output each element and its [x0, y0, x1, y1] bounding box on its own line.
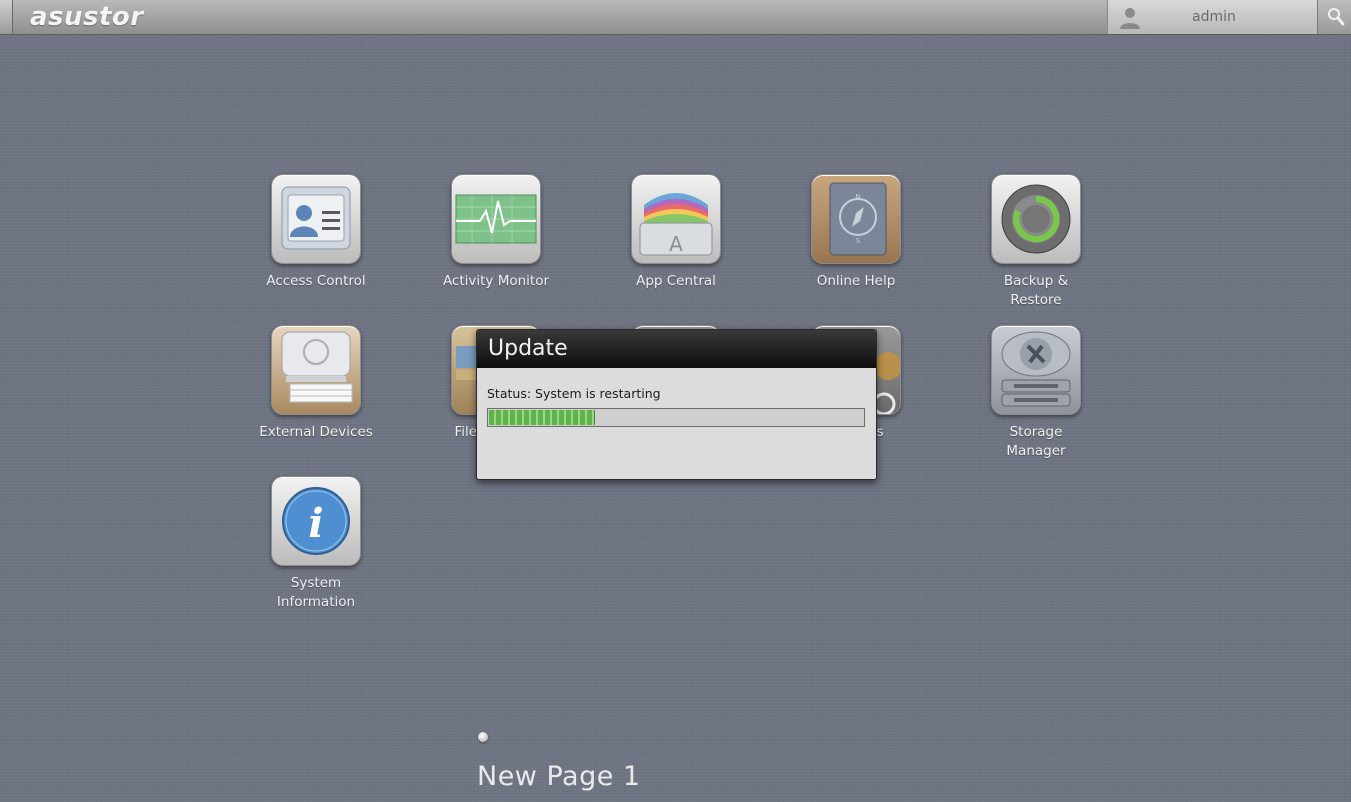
- app-system-information[interactable]: i System Information: [241, 476, 391, 612]
- page-title: New Page 1: [477, 761, 641, 792]
- app-online-help[interactable]: N S Online Help: [781, 174, 931, 291]
- app-label: System Information: [276, 575, 356, 610]
- external-devices-icon: [271, 325, 361, 415]
- app-central-icon: A: [631, 174, 721, 264]
- app-access-control[interactable]: Access Control: [241, 174, 391, 291]
- online-help-icon: N S: [811, 174, 901, 264]
- app-backup-restore[interactable]: Backup & Restore: [961, 174, 1111, 310]
- app-label: External Devices: [259, 424, 373, 440]
- dialog-title: Update: [488, 336, 568, 361]
- user-menu[interactable]: admin: [1107, 0, 1317, 34]
- status-text: Status: System is restarting: [487, 386, 661, 401]
- svg-text:N: N: [855, 193, 860, 201]
- app-external-devices[interactable]: External Devices: [241, 325, 391, 442]
- activity-monitor-icon: [451, 174, 541, 264]
- app-app-central[interactable]: A App Central: [601, 174, 751, 291]
- progress-bar: [487, 408, 865, 427]
- backup-restore-icon: [991, 174, 1081, 264]
- update-dialog: Update Status: System is restarting: [476, 329, 877, 480]
- app-activity-monitor[interactable]: Activity Monitor: [421, 174, 571, 291]
- page-indicator-dot[interactable]: [478, 732, 488, 742]
- app-storage-manager[interactable]: Storage Manager: [961, 325, 1111, 461]
- app-label: App Central: [636, 273, 716, 289]
- search-button[interactable]: [1317, 0, 1351, 34]
- user-silhouette-icon: [1120, 8, 1140, 29]
- storage-manager-icon: [991, 325, 1081, 415]
- system-information-icon: i: [271, 476, 361, 566]
- asustor-logo: asustor: [30, 2, 144, 32]
- launcher-tab[interactable]: [0, 0, 13, 34]
- dialog-header[interactable]: Update: [477, 330, 876, 368]
- app-label: Backup & Restore: [1003, 273, 1069, 308]
- svg-text:A: A: [669, 232, 683, 256]
- top-bar: asustor admin: [0, 0, 1351, 35]
- access-control-icon: [271, 174, 361, 264]
- app-label: Activity Monitor: [442, 273, 550, 289]
- app-label: Access Control: [266, 273, 366, 289]
- app-label: Storage Manager: [1006, 424, 1066, 459]
- svg-text:S: S: [856, 237, 861, 245]
- app-label: Online Help: [816, 273, 896, 289]
- search-icon: [1328, 8, 1345, 26]
- progress-fill: [489, 410, 595, 425]
- svg-text:i: i: [308, 500, 323, 547]
- user-name: admin: [1192, 9, 1236, 25]
